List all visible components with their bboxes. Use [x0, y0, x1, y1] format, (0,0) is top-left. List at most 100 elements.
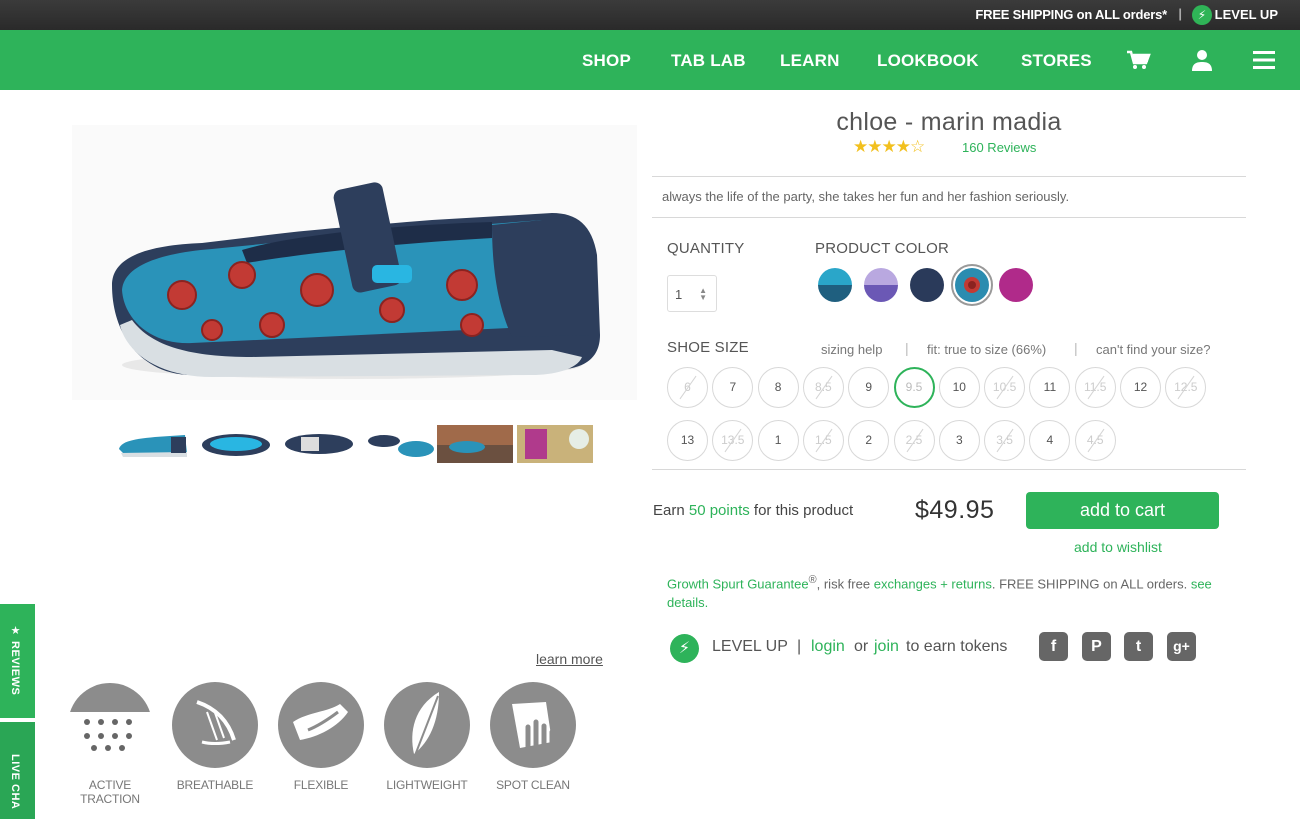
feature-label: LIGHTWEIGHT	[386, 778, 468, 792]
earn-tokens-text: to earn tokens	[906, 638, 1008, 655]
feature-flexible[interactable]: FLEXIBLE	[276, 682, 366, 792]
size-option-9[interactable]: 9	[848, 367, 890, 408]
quantity-value: 1	[675, 287, 683, 302]
twitter-icon[interactable]: t	[1124, 632, 1153, 661]
feature-active-traction[interactable]: ACTIVE TRACTION	[65, 682, 155, 806]
thumbnail-4[interactable]	[364, 425, 440, 463]
thumbnail-6[interactable]	[517, 425, 593, 463]
googleplus-icon[interactable]: g+	[1167, 632, 1196, 661]
user-icon[interactable]	[1189, 48, 1215, 72]
nav-shop[interactable]: SHOP	[582, 51, 631, 71]
feather-icon	[384, 682, 470, 768]
join-link[interactable]: join	[874, 638, 899, 656]
size-option-2[interactable]: 2	[848, 420, 890, 461]
menu-icon[interactable]	[1251, 48, 1277, 72]
cart-icon[interactable]	[1125, 48, 1151, 72]
hand-wipe-icon	[490, 682, 576, 768]
size-option-8-5[interactable]: 8.5	[802, 367, 844, 408]
feature-label: ACTIVE TRACTION	[80, 778, 140, 806]
size-option-1-5[interactable]: 1.5	[802, 420, 844, 461]
quantity-label: QUANTITY	[667, 240, 745, 257]
size-option-9-5[interactable]: 9.5	[893, 367, 935, 408]
cant-find-size-link[interactable]: can't find your size?	[1096, 342, 1211, 357]
facebook-icon[interactable]: f	[1039, 632, 1068, 661]
size-option-3[interactable]: 3	[938, 420, 980, 461]
stepper-arrows-icon: ▲ ▼	[699, 286, 707, 302]
growth-spurt-guarantee-link[interactable]: Growth Spurt Guarantee	[667, 576, 809, 591]
free-shipping-banner[interactable]: FREE SHIPPING on ALL orders*	[975, 7, 1167, 22]
color-swatch-navy[interactable]	[910, 268, 944, 302]
registered-mark: ®	[808, 574, 817, 586]
divider	[652, 217, 1246, 218]
reviews-link[interactable]: 160 Reviews	[962, 140, 1036, 155]
size-option-10[interactable]: 10	[938, 367, 980, 408]
login-link[interactable]: login	[811, 638, 845, 656]
pinterest-icon[interactable]: P	[1082, 632, 1111, 661]
nav-stores[interactable]: STORES	[1021, 51, 1092, 71]
breathable-icon	[172, 682, 258, 768]
size-option-12[interactable]: 12	[1120, 367, 1161, 408]
feature-spot-clean[interactable]: SPOT CLEAN	[488, 682, 578, 792]
separator: |	[1074, 340, 1078, 356]
lightning-icon: ⚡	[670, 634, 699, 663]
size-option-4[interactable]: 4	[1029, 420, 1071, 461]
size-option-1[interactable]: 1	[757, 420, 799, 461]
feature-label: FLEXIBLE	[293, 778, 349, 792]
product-title: chloe - marin madia	[836, 108, 1062, 136]
level-up-label: LEVEL UP	[712, 638, 788, 655]
reviews-side-tab[interactable]: ★ REVIEWS	[0, 604, 35, 718]
feature-label: SPOT CLEAN	[496, 778, 570, 792]
product-image[interactable]	[72, 125, 637, 400]
size-option-8[interactable]: 8	[757, 367, 799, 408]
color-swatch-marin-madia[interactable]	[951, 264, 993, 306]
add-to-cart-button[interactable]: add to cart	[1026, 492, 1219, 529]
nav-lookbook[interactable]: LOOKBOOK	[877, 51, 979, 71]
size-option-13[interactable]: 13	[667, 420, 708, 461]
thumbnail-3[interactable]	[281, 425, 357, 463]
nav-learn[interactable]: LEARN	[780, 51, 840, 71]
guarantee-text-1: , risk free	[816, 576, 871, 592]
feature-breathable[interactable]: BREATHABLE	[170, 682, 260, 792]
thumbnail-1[interactable]	[115, 425, 191, 463]
earn-points-text: Earn 50 points for this product	[653, 502, 853, 519]
learn-more-link[interactable]: learn more	[536, 651, 603, 667]
earn-suffix: for this product	[753, 502, 854, 519]
main-nav: SHOP TAB LAB LEARN LOOKBOOK STORES	[0, 30, 1300, 90]
flexible-icon	[278, 682, 364, 768]
feature-lightweight[interactable]: LIGHTWEIGHT	[382, 682, 472, 792]
guarantee-text: Growth Spurt Guarantee®, risk free excha…	[667, 571, 1212, 612]
size-option-4-5[interactable]: 4.5	[1074, 420, 1116, 461]
separator: |	[905, 340, 909, 356]
earn-prefix: Earn	[653, 502, 685, 519]
size-option-7[interactable]: 7	[712, 367, 754, 408]
color-swatch-lavender[interactable]	[864, 268, 898, 302]
size-option-2-5[interactable]: 2.5	[893, 420, 935, 461]
size-option-12-5[interactable]: 12.5	[1165, 367, 1207, 408]
size-option-11-5[interactable]: 11.5	[1074, 367, 1116, 408]
traction-icon	[67, 682, 153, 768]
live-chat-side-tab[interactable]: LIVE CHA	[0, 722, 35, 819]
points-value: 50 points	[688, 502, 750, 519]
color-swatch-teal[interactable]	[818, 268, 852, 302]
size-option-10-5[interactable]: 10.5	[984, 367, 1026, 408]
sizing-help-link[interactable]: sizing help	[821, 342, 882, 357]
star-rating: ★★★★☆	[853, 137, 925, 156]
size-option-11[interactable]: 11	[1029, 367, 1071, 408]
nav-tab-lab[interactable]: TAB LAB	[671, 51, 746, 71]
topbar-separator: |	[1178, 6, 1182, 21]
size-option-13-5[interactable]: 13.5	[712, 420, 754, 461]
thumbnail-5[interactable]	[437, 425, 513, 463]
add-to-wishlist-link[interactable]: add to wishlist	[1074, 539, 1162, 555]
divider	[652, 176, 1246, 177]
size-option-6[interactable]: 6	[667, 367, 708, 408]
size-option-3-5[interactable]: 3.5	[984, 420, 1026, 461]
quantity-select[interactable]: 1 ▲ ▼	[667, 275, 717, 312]
color-swatch-magenta[interactable]	[999, 268, 1033, 302]
thumbnail-2[interactable]	[198, 425, 274, 463]
separator: |	[797, 638, 802, 655]
shoe-size-label: SHOE SIZE	[667, 339, 749, 356]
level-up-link[interactable]: LEVEL UP	[1215, 7, 1278, 22]
exchanges-returns-link[interactable]: exchanges + returns	[874, 576, 992, 591]
or-text: or	[854, 638, 869, 655]
top-bar: FREE SHIPPING on ALL orders* | ⚡ LEVEL U…	[0, 0, 1300, 30]
